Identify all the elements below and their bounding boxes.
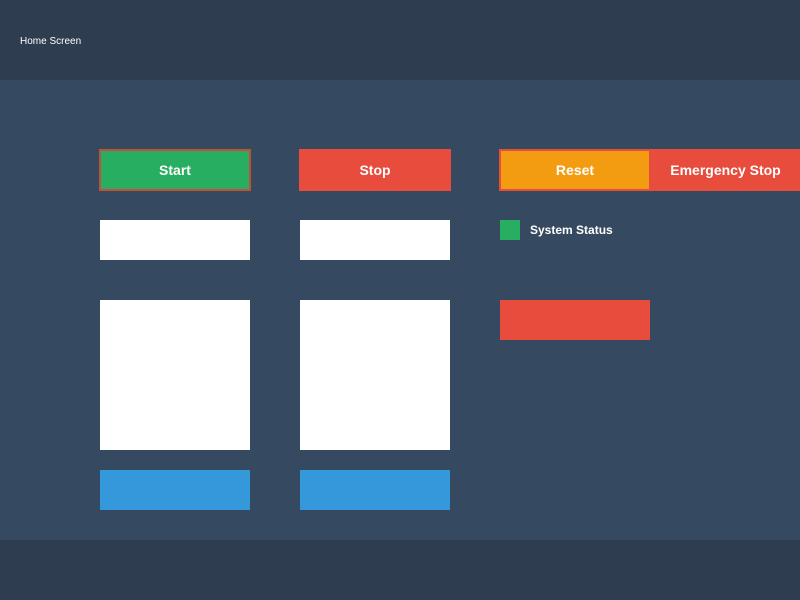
input-field-1[interactable] [100,220,250,260]
system-status-label: System Status [530,223,613,237]
page-title: Home Screen [20,36,82,47]
display-panel-2 [300,300,450,450]
footer-bar [0,540,800,600]
emergency-stop-button[interactable]: Emergency Stop [651,149,800,191]
header-bar: Home Screen [0,0,800,80]
display-panel-1 [100,300,250,450]
action-button-2[interactable] [300,470,450,510]
start-button[interactable]: Start [99,149,251,191]
system-status-indicator [500,220,520,240]
action-button-1[interactable] [100,470,250,510]
hmi-screen: Home Screen Start Stop Reset Emergency S… [0,0,800,600]
input-field-2[interactable] [300,220,450,260]
reset-button[interactable]: Reset [499,149,651,191]
stop-button[interactable]: Stop [299,149,451,191]
alarm-indicator [500,300,650,340]
